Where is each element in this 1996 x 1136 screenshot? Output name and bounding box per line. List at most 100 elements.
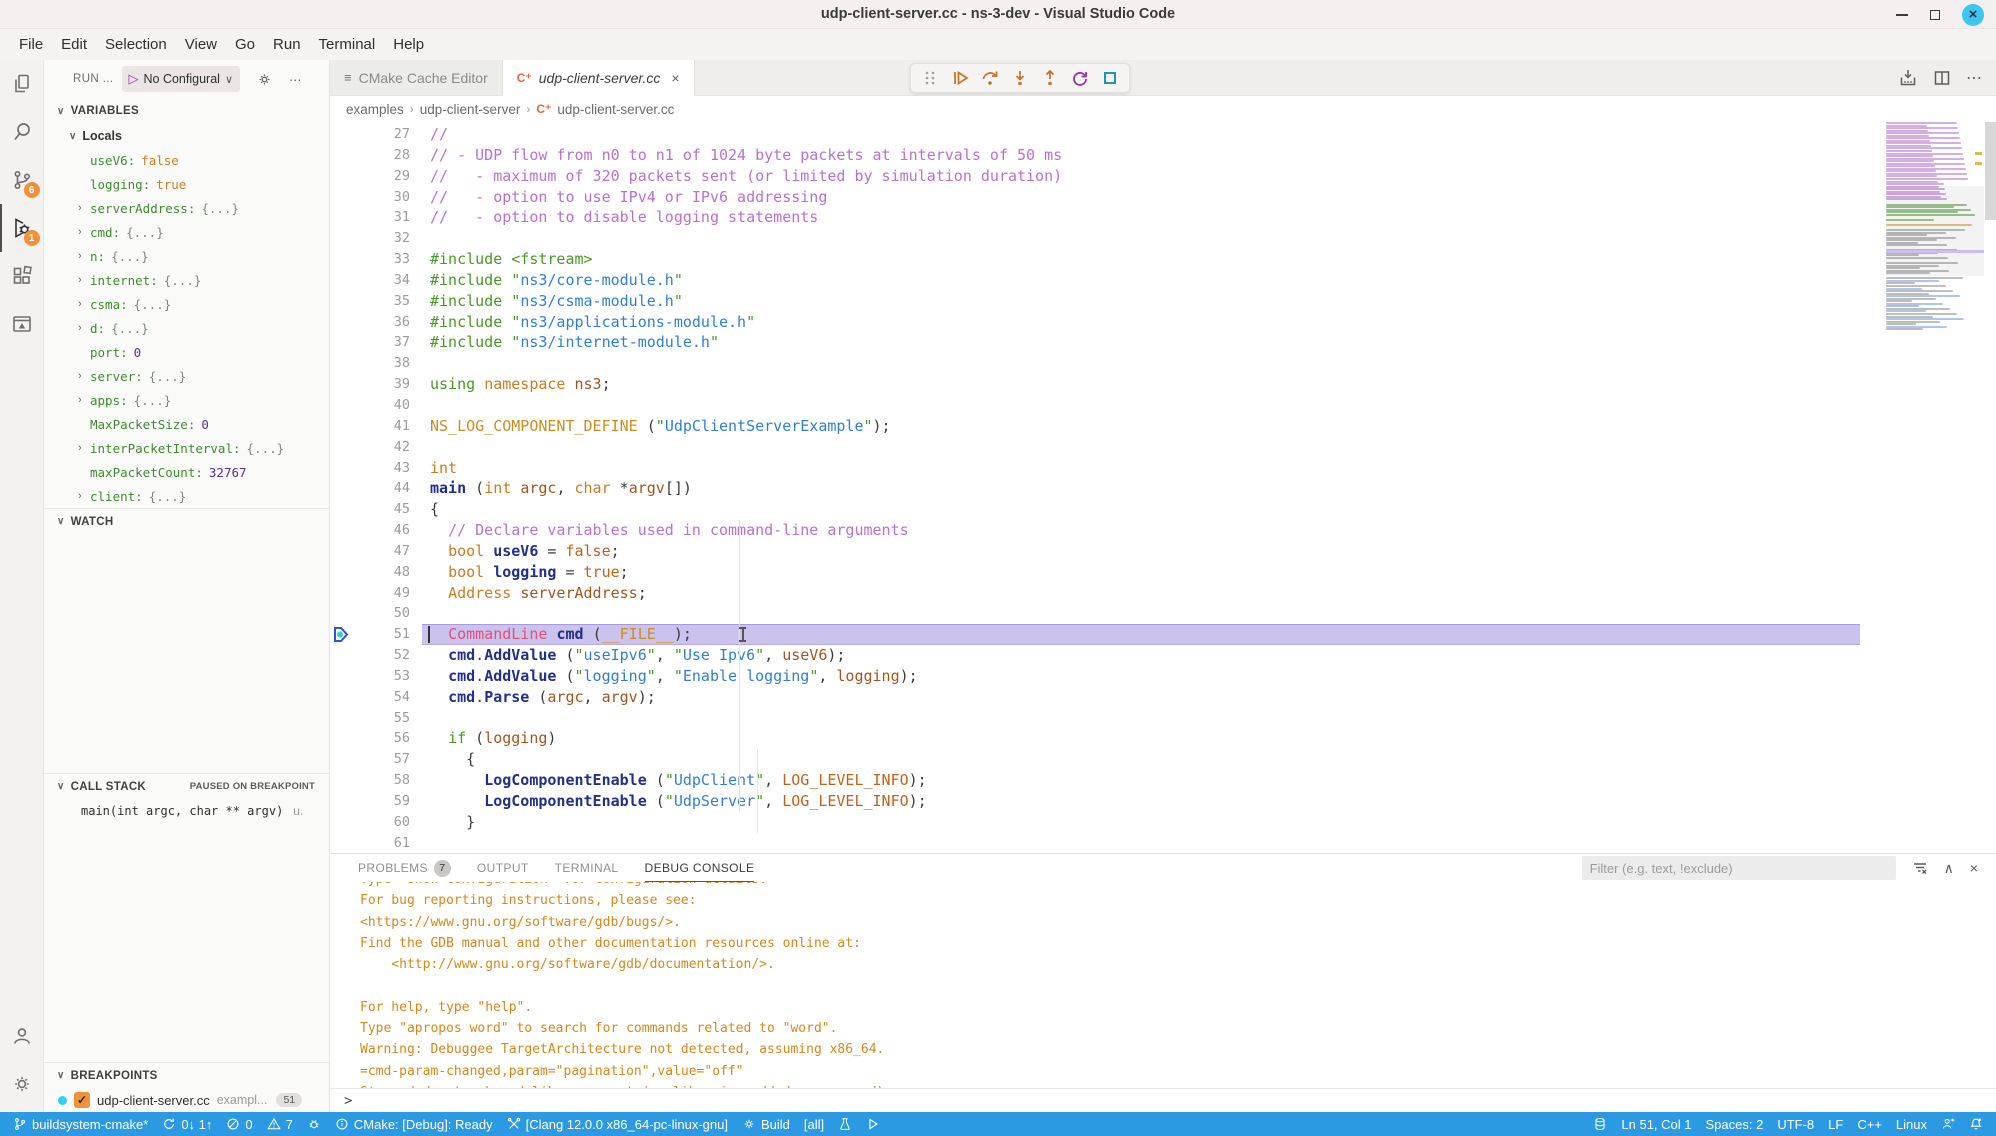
code-line[interactable]: 55 xyxy=(330,708,1860,729)
status-cursor-position[interactable]: Ln 51, Col 1 xyxy=(1614,1112,1698,1136)
variable-row[interactable]: logging:true xyxy=(44,172,329,196)
code-line[interactable]: 36#include "ns3/applications-module.h" xyxy=(330,312,1860,333)
line-number[interactable]: 58 xyxy=(330,770,410,791)
code-line[interactable]: 60 } xyxy=(330,812,1860,833)
code-line[interactable]: 39using namespace ns3; xyxy=(330,374,1860,395)
launch-config-dropdown[interactable]: ▷ No Configural ∨ xyxy=(122,66,241,92)
variable-row[interactable]: ›interPacketInterval:{...} xyxy=(44,436,329,460)
code-line[interactable]: 53 cmd.AddValue ("logging", "Enable logg… xyxy=(330,666,1860,687)
status-database[interactable] xyxy=(1586,1112,1614,1136)
step-over-icon[interactable] xyxy=(977,65,1003,91)
toolbar-drag-handle[interactable] xyxy=(917,65,943,91)
code-line[interactable]: 49 Address serverAddress; xyxy=(330,583,1860,604)
menu-file[interactable]: File xyxy=(10,32,52,57)
code-editor[interactable]: 27//28// - UDP flow from n0 to n1 of 102… xyxy=(330,122,1996,853)
code-line[interactable]: 42 xyxy=(330,437,1860,458)
variable-row[interactable]: ›server:{...} xyxy=(44,364,329,388)
status-warnings[interactable]: 7 xyxy=(260,1112,300,1136)
line-number[interactable]: 47 xyxy=(330,541,410,562)
variable-row[interactable]: ›apps:{...} xyxy=(44,388,329,412)
code-line[interactable]: 47 bool useV6 = false; xyxy=(330,541,1860,562)
line-number[interactable]: 42 xyxy=(330,437,410,458)
account-icon[interactable] xyxy=(0,1012,44,1060)
code-line[interactable]: 44main (int argc, char *argv[]) xyxy=(330,478,1860,499)
variable-row[interactable]: useV6:false xyxy=(44,148,329,172)
line-number[interactable]: 34 xyxy=(330,270,410,291)
code-line[interactable]: 59 LogComponentEnable ("UdpServer", LOG_… xyxy=(330,791,1860,812)
stack-frame-main[interactable]: main(int argc, char ** argv) u. xyxy=(44,799,329,823)
start-debug-icon[interactable]: ▷ xyxy=(129,71,139,87)
debug-console-output[interactable]: Type "show configuration" for configurat… xyxy=(330,882,1996,1088)
status-build-target[interactable]: [all] xyxy=(797,1112,831,1136)
code-line[interactable]: 43int xyxy=(330,458,1860,479)
line-number[interactable]: 49 xyxy=(330,583,410,604)
line-number[interactable]: 56 xyxy=(330,728,410,749)
tab-cmake-cache-editor[interactable]: ≡ CMake Cache Editor xyxy=(330,60,503,95)
menu-selection[interactable]: Selection xyxy=(96,32,176,57)
line-number[interactable]: 57 xyxy=(330,749,410,770)
status-errors[interactable]: 0 xyxy=(219,1112,259,1136)
code-line[interactable]: 30// - option to use IPv4 or IPv6 addres… xyxy=(330,187,1860,208)
code-line[interactable]: 50 xyxy=(330,603,1860,624)
variable-row[interactable]: ›client:{...} xyxy=(44,484,329,508)
variable-row[interactable]: ›serverAddress:{...} xyxy=(44,196,329,220)
close-button-icon[interactable]: × xyxy=(1962,4,1984,26)
breakpoints-section-header[interactable]: ∨ BREAKPOINTS xyxy=(44,1062,329,1088)
code-line[interactable]: 37#include "ns3/internet-module.h" xyxy=(330,332,1860,353)
panel-tab-debug-console[interactable]: DEBUG CONSOLE xyxy=(645,854,755,882)
variable-row[interactable]: MaxPacketSize:0 xyxy=(44,412,329,436)
code-line[interactable]: 57 { xyxy=(330,749,1860,770)
variables-section-header[interactable]: ∨ VARIABLES xyxy=(44,98,329,124)
code-line[interactable]: 40 xyxy=(330,395,1860,416)
search-icon[interactable] xyxy=(0,108,44,156)
status-indentation[interactable]: Spaces: 2 xyxy=(1699,1112,1771,1136)
restart-icon[interactable] xyxy=(1067,65,1093,91)
status-launch[interactable] xyxy=(859,1112,887,1136)
breadcrumb-item[interactable]: udp-client-server xyxy=(420,102,521,117)
line-number[interactable]: 43 xyxy=(330,458,410,479)
line-number[interactable]: 55 xyxy=(330,708,410,729)
close-tab-icon[interactable]: × xyxy=(671,70,679,86)
line-number[interactable]: 61 xyxy=(330,833,410,853)
line-number[interactable]: 50 xyxy=(330,603,410,624)
variable-row[interactable]: port:0 xyxy=(44,340,329,364)
configure-gear-icon[interactable] xyxy=(256,71,273,88)
line-number[interactable]: 59 xyxy=(330,791,410,812)
split-editor-icon[interactable] xyxy=(1932,68,1952,88)
step-out-icon[interactable] xyxy=(1037,65,1063,91)
line-number[interactable]: 31 xyxy=(330,207,410,228)
variable-row[interactable]: ›n:{...} xyxy=(44,244,329,268)
more-actions-icon[interactable]: ⋯ xyxy=(1966,68,1982,88)
test-explorer-icon[interactable] xyxy=(0,300,44,348)
line-number[interactable]: 53 xyxy=(330,666,410,687)
menu-help[interactable]: Help xyxy=(384,32,433,57)
line-number[interactable]: 32 xyxy=(330,228,410,249)
code-line[interactable]: 29// - maximum of 320 packets sent (or l… xyxy=(330,166,1860,187)
line-number[interactable]: 29 xyxy=(330,166,410,187)
menu-go[interactable]: Go xyxy=(226,32,264,57)
code-line[interactable]: 61 xyxy=(330,833,1860,853)
minimap-slider[interactable] xyxy=(1886,186,1984,276)
minimize-button-icon[interactable] xyxy=(1896,14,1908,16)
watch-section-header[interactable]: ∨ WATCH xyxy=(44,508,329,534)
extensions-icon[interactable] xyxy=(0,252,44,300)
source-control-icon[interactable]: 6 xyxy=(0,156,44,204)
breakpoint-item[interactable]: ✓ udp-client-server.cc exampl... 51 xyxy=(44,1088,329,1112)
line-number[interactable]: 35 xyxy=(330,291,410,312)
line-number[interactable]: 40 xyxy=(330,395,410,416)
line-number[interactable]: 48 xyxy=(330,562,410,583)
code-line-current[interactable]: 51 CommandLine cmd (__FILE__); xyxy=(330,624,1860,645)
status-feedback[interactable] xyxy=(1934,1112,1962,1136)
line-number[interactable]: 44 xyxy=(330,478,410,499)
more-actions-icon[interactable]: ⋯ xyxy=(289,72,302,87)
desktop-download-icon[interactable] xyxy=(1898,68,1918,88)
menu-edit[interactable]: Edit xyxy=(52,32,96,57)
menu-terminal[interactable]: Terminal xyxy=(310,32,385,57)
variable-row[interactable]: ›cmd:{...} xyxy=(44,220,329,244)
code-line[interactable]: 41NS_LOG_COMPONENT_DEFINE ("UdpClientSer… xyxy=(330,416,1860,437)
status-debug-target[interactable] xyxy=(300,1112,328,1136)
variable-row[interactable]: maxPacketCount:32767 xyxy=(44,460,329,484)
panel-tab-problems[interactable]: PROBLEMS7 xyxy=(358,854,451,882)
step-into-icon[interactable] xyxy=(1007,65,1033,91)
panel-tab-output[interactable]: OUTPUT xyxy=(477,854,529,882)
